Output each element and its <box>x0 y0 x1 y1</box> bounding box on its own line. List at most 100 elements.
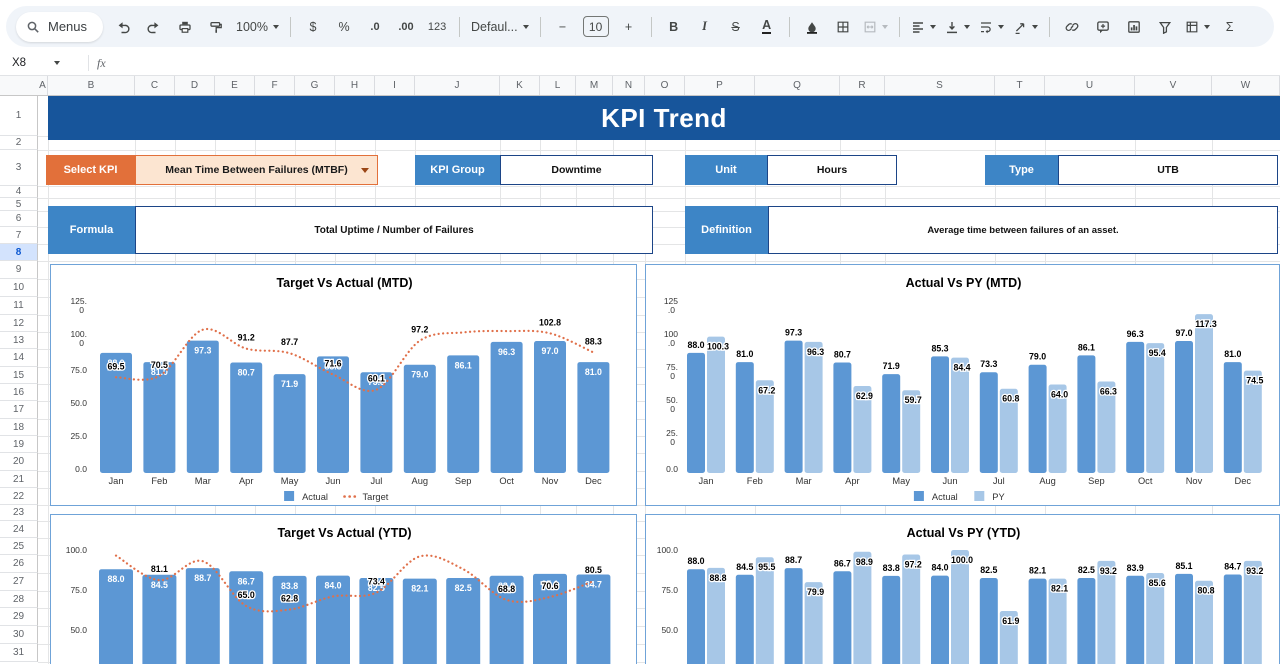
row-header-20[interactable]: 20 <box>0 453 38 471</box>
row-header-22[interactable]: 22 <box>0 488 38 505</box>
vertical-align-icon[interactable] <box>945 14 970 40</box>
zoom-select[interactable]: 100% <box>236 14 279 40</box>
row-header-6[interactable]: 6 <box>0 211 38 227</box>
row-header-18[interactable]: 18 <box>0 419 38 436</box>
column-header-A[interactable]: A <box>38 76 48 95</box>
row-header-15[interactable]: 15 <box>0 367 38 384</box>
fill-color-icon[interactable] <box>801 14 823 40</box>
row-header-16[interactable]: 16 <box>0 384 38 401</box>
column-header-W[interactable]: W <box>1212 76 1280 95</box>
row-header-1[interactable]: 1 <box>0 96 38 136</box>
row-header-10[interactable]: 10 <box>0 279 38 297</box>
column-header-I[interactable]: I <box>375 76 415 95</box>
row-header-4[interactable]: 4 <box>0 186 38 198</box>
redo-icon[interactable] <box>143 14 165 40</box>
horizontal-align-icon[interactable] <box>911 14 936 40</box>
row-header-7[interactable]: 7 <box>0 227 38 244</box>
insert-link-icon[interactable] <box>1061 14 1083 40</box>
row-header-5[interactable]: 5 <box>0 198 38 211</box>
currency-button[interactable]: $ <box>302 14 324 40</box>
font-select[interactable]: Defaul... <box>471 14 529 40</box>
print-icon[interactable] <box>174 14 196 40</box>
pivot-table-icon[interactable] <box>1185 14 1210 40</box>
decrease-decimals-button[interactable]: .0 <box>364 14 386 40</box>
chart-actual-vs-py-mtd[interactable]: Actual Vs PY (MTD)0.025.050.075.0100.012… <box>645 264 1280 506</box>
column-header-O[interactable]: O <box>645 76 685 95</box>
column-header-K[interactable]: K <box>500 76 540 95</box>
menus-button[interactable]: Menus <box>16 12 103 42</box>
text-rotation-icon[interactable] <box>1013 14 1038 40</box>
kpi-dropdown[interactable]: Mean Time Between Failures (MTBF) <box>135 155 378 185</box>
dropdown-arrow-icon[interactable] <box>361 168 369 173</box>
chart-target-vs-actual-mtd[interactable]: Target Vs Actual (MTD)0.025.050.075.0100… <box>50 264 637 506</box>
row-header-21[interactable]: 21 <box>0 471 38 488</box>
data-label: 62.8 <box>281 594 298 604</box>
data-label: 83.8 <box>883 563 900 573</box>
increase-decimals-button[interactable]: .00 <box>395 14 417 40</box>
row-header-26[interactable]: 26 <box>0 555 38 573</box>
row-header-27[interactable]: 27 <box>0 573 38 591</box>
column-header-E[interactable]: E <box>215 76 255 95</box>
name-box-caret-icon[interactable] <box>54 61 60 65</box>
functions-button[interactable]: Σ <box>1219 14 1241 40</box>
row-header-14[interactable]: 14 <box>0 349 38 367</box>
column-header-U[interactable]: U <box>1045 76 1135 95</box>
row-header-23[interactable]: 23 <box>0 505 38 521</box>
text-wrap-icon[interactable] <box>979 14 1004 40</box>
column-header-C[interactable]: C <box>135 76 175 95</box>
text-color-button[interactable]: A <box>756 14 778 40</box>
toolbar-divider <box>459 17 460 37</box>
row-header-13[interactable]: 13 <box>0 332 38 349</box>
column-header-N[interactable]: N <box>613 76 645 95</box>
merge-cells-icon[interactable] <box>863 14 888 40</box>
font-size-increase-button[interactable]: + <box>618 14 640 40</box>
row-header-29[interactable]: 29 <box>0 608 38 626</box>
column-header-F[interactable]: F <box>255 76 295 95</box>
row-header-9[interactable]: 9 <box>0 261 38 279</box>
column-header-H[interactable]: H <box>335 76 375 95</box>
paint-format-icon[interactable] <box>205 14 227 40</box>
bar-actual-mar <box>187 341 219 473</box>
column-header-T[interactable]: T <box>995 76 1045 95</box>
row-header-11[interactable]: 11 <box>0 297 38 315</box>
data-label: 93.2 <box>1100 566 1117 576</box>
column-header-V[interactable]: V <box>1135 76 1212 95</box>
strikethrough-button[interactable]: S <box>725 14 747 40</box>
row-header-19[interactable]: 19 <box>0 436 38 453</box>
column-header-D[interactable]: D <box>175 76 215 95</box>
percent-button[interactable]: % <box>333 14 355 40</box>
row-header-17[interactable]: 17 <box>0 401 38 419</box>
row-header-8[interactable]: 8 <box>0 244 38 261</box>
column-header-G[interactable]: G <box>295 76 335 95</box>
column-header-S[interactable]: S <box>885 76 995 95</box>
column-header-B[interactable]: B <box>48 76 135 95</box>
row-header-25[interactable]: 25 <box>0 538 38 555</box>
row-header-12[interactable]: 12 <box>0 315 38 332</box>
create-filter-icon[interactable] <box>1154 14 1176 40</box>
italic-button[interactable]: I <box>694 14 716 40</box>
row-header-2[interactable]: 2 <box>0 136 38 150</box>
bold-button[interactable]: B <box>663 14 685 40</box>
chart-target-vs-actual-ytd[interactable]: Target Vs Actual (YTD)0.025.050.075.0100… <box>50 514 637 664</box>
insert-chart-icon[interactable] <box>1123 14 1145 40</box>
column-header-R[interactable]: R <box>840 76 885 95</box>
insert-comment-icon[interactable] <box>1092 14 1114 40</box>
font-size-input[interactable]: 10 <box>583 14 609 40</box>
column-header-J[interactable]: J <box>415 76 500 95</box>
row-header-28[interactable]: 28 <box>0 591 38 608</box>
more-formats-button[interactable]: 123 <box>426 14 448 40</box>
undo-icon[interactable] <box>112 14 134 40</box>
row-header-31[interactable]: 31 <box>0 644 38 662</box>
column-header-Q[interactable]: Q <box>755 76 840 95</box>
formula-label: Formula <box>48 206 135 254</box>
name-box[interactable]: X8 <box>0 57 80 69</box>
column-header-P[interactable]: P <box>685 76 755 95</box>
row-header-24[interactable]: 24 <box>0 521 38 538</box>
font-size-decrease-button[interactable]: − <box>552 14 574 40</box>
column-header-L[interactable]: L <box>540 76 576 95</box>
chart-actual-vs-py-ytd[interactable]: Actual Vs PY (YTD)0.025.050.075.0100.012… <box>645 514 1280 664</box>
row-header-3[interactable]: 3 <box>0 150 38 186</box>
borders-icon[interactable] <box>832 14 854 40</box>
column-header-M[interactable]: M <box>576 76 613 95</box>
row-header-30[interactable]: 30 <box>0 626 38 644</box>
